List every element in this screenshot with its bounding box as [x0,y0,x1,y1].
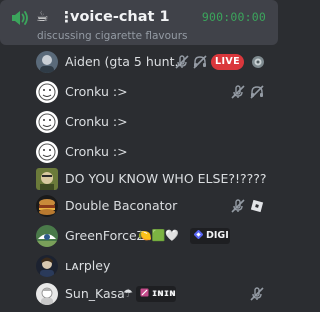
guild-tag: DIGI [190,228,230,244]
voice-user-row[interactable]: Aiden (gta 5 hunt... LIVE [30,47,274,77]
voice-user-row[interactable]: DO YOU KNOW WHO ELSE?!???? [30,164,274,194]
voice-user-row[interactable]: Cronku :> [30,107,274,137]
guild-tag-label: ɪɴɪɴ [152,288,176,299]
username: Cronku :> [65,144,128,159]
muted-icon [230,198,246,214]
avatar [36,255,58,277]
voice-channel-header[interactable]: ☕ ⋮ voice-chat 1 900:00:00 discussing ci… [0,0,278,45]
roblox-icon [249,198,265,214]
muted-icon [249,286,265,302]
speaker-icon [10,9,30,27]
voice-user-row[interactable]: Cronku :> [30,77,274,107]
avatar [36,51,58,73]
status-emojis: 🍋🟩🤍 [138,229,180,242]
guild-tag: ɪɴɪɴ [136,286,176,302]
voice-user-row[interactable]: ʟᴀrpley [30,251,274,281]
muted-icon [230,84,246,100]
avatar [36,111,58,133]
avatar [36,225,58,247]
guild-badge-icon [193,229,204,240]
guild-tag-label: DIGI [206,230,229,241]
voice-user-row[interactable]: Sun_Kasa ☂ ɪɴɪɴ [30,279,274,309]
channel-timer: 900:00:00 [201,10,266,24]
muted-icon [174,54,190,70]
username: Aiden (gta 5 hunt... [65,54,187,69]
avatar [36,283,58,305]
avatar [36,141,58,163]
username: Cronku :> [65,114,128,129]
deafened-icon [192,54,208,70]
username: DO YOU KNOW WHO ELSE?!???? [65,171,267,186]
avatar [36,81,58,103]
username: Double Baconator [65,198,178,213]
game-activity-icon [250,54,266,70]
guild-badge-icon [140,287,149,297]
deafened-icon [249,84,265,100]
live-badge: LIVE [211,54,244,70]
avatar [36,195,58,217]
username: GreenForceZ [65,228,146,243]
username-suffix: ☂ [123,287,133,300]
channel-status: discussing cigarette flavours [37,30,188,42]
voice-user-row[interactable]: Double Baconator [30,191,274,221]
username: Cronku :> [65,84,128,99]
voice-user-row[interactable]: Cronku :> [30,137,274,167]
voice-user-row[interactable]: GreenForceZ 🍋🟩🤍 DIGI [30,221,274,251]
avatar [36,168,58,190]
username: ʟᴀrpley [65,258,111,273]
username: Sun_Kasa [65,286,125,301]
channel-name: voice-chat 1 [70,9,170,25]
channel-emoji: ☕ [36,9,49,25]
